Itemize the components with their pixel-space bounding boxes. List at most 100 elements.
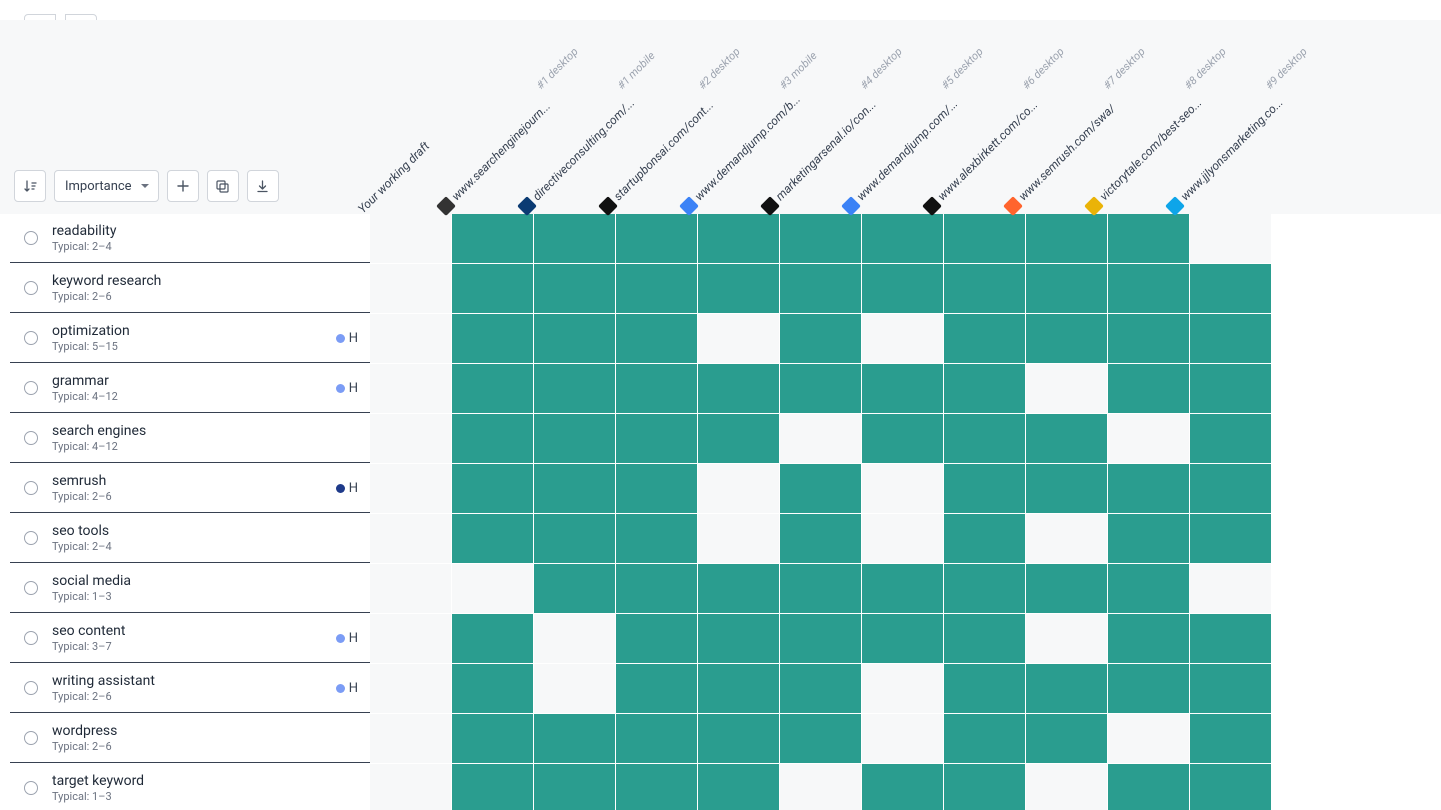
heatmap-cell[interactable] [452,464,533,513]
heatmap-cell[interactable] [944,514,1025,563]
column-header[interactable]: www.jjlyonsmarketing.co...#9 desktop [1180,20,1261,214]
heatmap-cell[interactable] [534,364,615,413]
heatmap-cell[interactable] [616,614,697,663]
heatmap-cell[interactable] [534,214,615,263]
heatmap-cell[interactable] [780,314,861,363]
heatmap-cell[interactable] [780,464,861,513]
heatmap-cell[interactable] [780,514,861,563]
term-radio[interactable] [24,331,38,345]
heatmap-cell[interactable] [452,264,533,313]
column-header[interactable]: www.searchenginejourn...#1 desktop [451,20,532,214]
heatmap-cell[interactable] [698,614,779,663]
heatmap-cell[interactable] [1108,764,1189,810]
heatmap-cell[interactable] [944,264,1025,313]
heatmap-cell[interactable] [1108,264,1189,313]
heatmap-cell[interactable] [616,414,697,463]
heatmap-cell[interactable] [780,614,861,663]
heatmap-cell[interactable] [944,764,1025,810]
heatmap-cell[interactable] [452,614,533,663]
heatmap-cell[interactable] [862,214,943,263]
column-header[interactable]: www.demandjump.com/b...#3 mobile [694,20,775,214]
heatmap-cell[interactable] [1190,464,1271,513]
heatmap-cell[interactable] [780,264,861,313]
heatmap-cell[interactable] [1190,614,1271,663]
term-radio[interactable] [24,781,38,795]
heatmap-cell[interactable] [780,564,861,613]
heatmap-cell[interactable] [780,764,861,810]
copy-button[interactable] [207,170,239,202]
heatmap-cell[interactable] [698,214,779,263]
heatmap-cell[interactable] [944,464,1025,513]
column-header[interactable]: www.alexbirkett.com/co...#6 desktop [937,20,1018,214]
heatmap-cell[interactable] [534,764,615,810]
heatmap-cell[interactable] [862,464,943,513]
term-row-label[interactable]: wordpressTypical: 2–6 [10,714,370,763]
heatmap-cell[interactable] [1190,764,1271,810]
heatmap-cell[interactable] [370,664,451,713]
heatmap-cell[interactable] [780,214,861,263]
heatmap-cell[interactable] [862,614,943,663]
column-header[interactable]: victorytale.com/best-seo...#8 desktop [1099,20,1180,214]
heatmap-cell[interactable] [1190,364,1271,413]
heatmap-cell[interactable] [616,764,697,810]
heatmap-cell[interactable] [1026,214,1107,263]
heatmap-cell[interactable] [534,314,615,363]
heatmap-cell[interactable] [616,664,697,713]
heatmap-cell[interactable] [698,714,779,763]
heatmap-cell[interactable] [452,764,533,810]
heatmap-cell[interactable] [1108,714,1189,763]
heatmap-cell[interactable] [1026,664,1107,713]
heatmap-cell[interactable] [1190,414,1271,463]
heatmap-cell[interactable] [1108,564,1189,613]
heatmap-cell[interactable] [1108,364,1189,413]
heatmap-cell[interactable] [862,314,943,363]
heatmap-cell[interactable] [534,714,615,763]
heatmap-cell[interactable] [452,314,533,363]
heatmap-cell[interactable] [534,264,615,313]
heatmap-cell[interactable] [616,514,697,563]
heatmap-cell[interactable] [616,264,697,313]
heatmap-cell[interactable] [370,414,451,463]
heatmap-cell[interactable] [780,714,861,763]
sort-direction-button[interactable] [14,170,46,202]
heatmap-cell[interactable] [862,514,943,563]
heatmap-cell[interactable] [1190,264,1271,313]
add-button[interactable] [167,170,199,202]
heatmap-cell[interactable] [1026,364,1107,413]
heatmap-cell[interactable] [1190,714,1271,763]
column-header[interactable]: Your working draft [370,20,451,214]
term-radio[interactable] [24,281,38,295]
sort-select[interactable]: Importance [54,170,159,202]
heatmap-cell[interactable] [616,564,697,613]
heatmap-cell[interactable] [1190,564,1271,613]
term-row-label[interactable]: writing assistantTypical: 2–6H [10,664,370,713]
heatmap-cell[interactable] [698,664,779,713]
heatmap-cell[interactable] [1108,614,1189,663]
heatmap-cell[interactable] [1108,414,1189,463]
term-row-label[interactable]: semrushTypical: 2–6H [10,464,370,513]
heatmap-cell[interactable] [534,414,615,463]
heatmap-cell[interactable] [1026,514,1107,563]
column-header[interactable]: startupbonsai.com/cont...#2 desktop [613,20,694,214]
heatmap-cell[interactable] [370,264,451,313]
heatmap-cell[interactable] [370,514,451,563]
heatmap-cell[interactable] [698,314,779,363]
heatmap-cell[interactable] [1190,214,1271,263]
heatmap-cell[interactable] [370,364,451,413]
heatmap-cell[interactable] [944,414,1025,463]
heatmap-cell[interactable] [944,664,1025,713]
heatmap-cell[interactable] [698,464,779,513]
heatmap-cell[interactable] [944,564,1025,613]
term-radio[interactable] [24,381,38,395]
heatmap-cell[interactable] [780,664,861,713]
heatmap-cell[interactable] [862,764,943,810]
heatmap-cell[interactable] [1026,414,1107,463]
column-header[interactable]: www.demandjump.com/...#5 desktop [856,20,937,214]
heatmap-cell[interactable] [452,514,533,563]
heatmap-cell[interactable] [452,414,533,463]
heatmap-cell[interactable] [1108,314,1189,363]
column-header[interactable]: marketingarsenal.io/con...#4 desktop [775,20,856,214]
heatmap-cell[interactable] [944,214,1025,263]
heatmap-cell[interactable] [1190,664,1271,713]
heatmap-cell[interactable] [780,414,861,463]
